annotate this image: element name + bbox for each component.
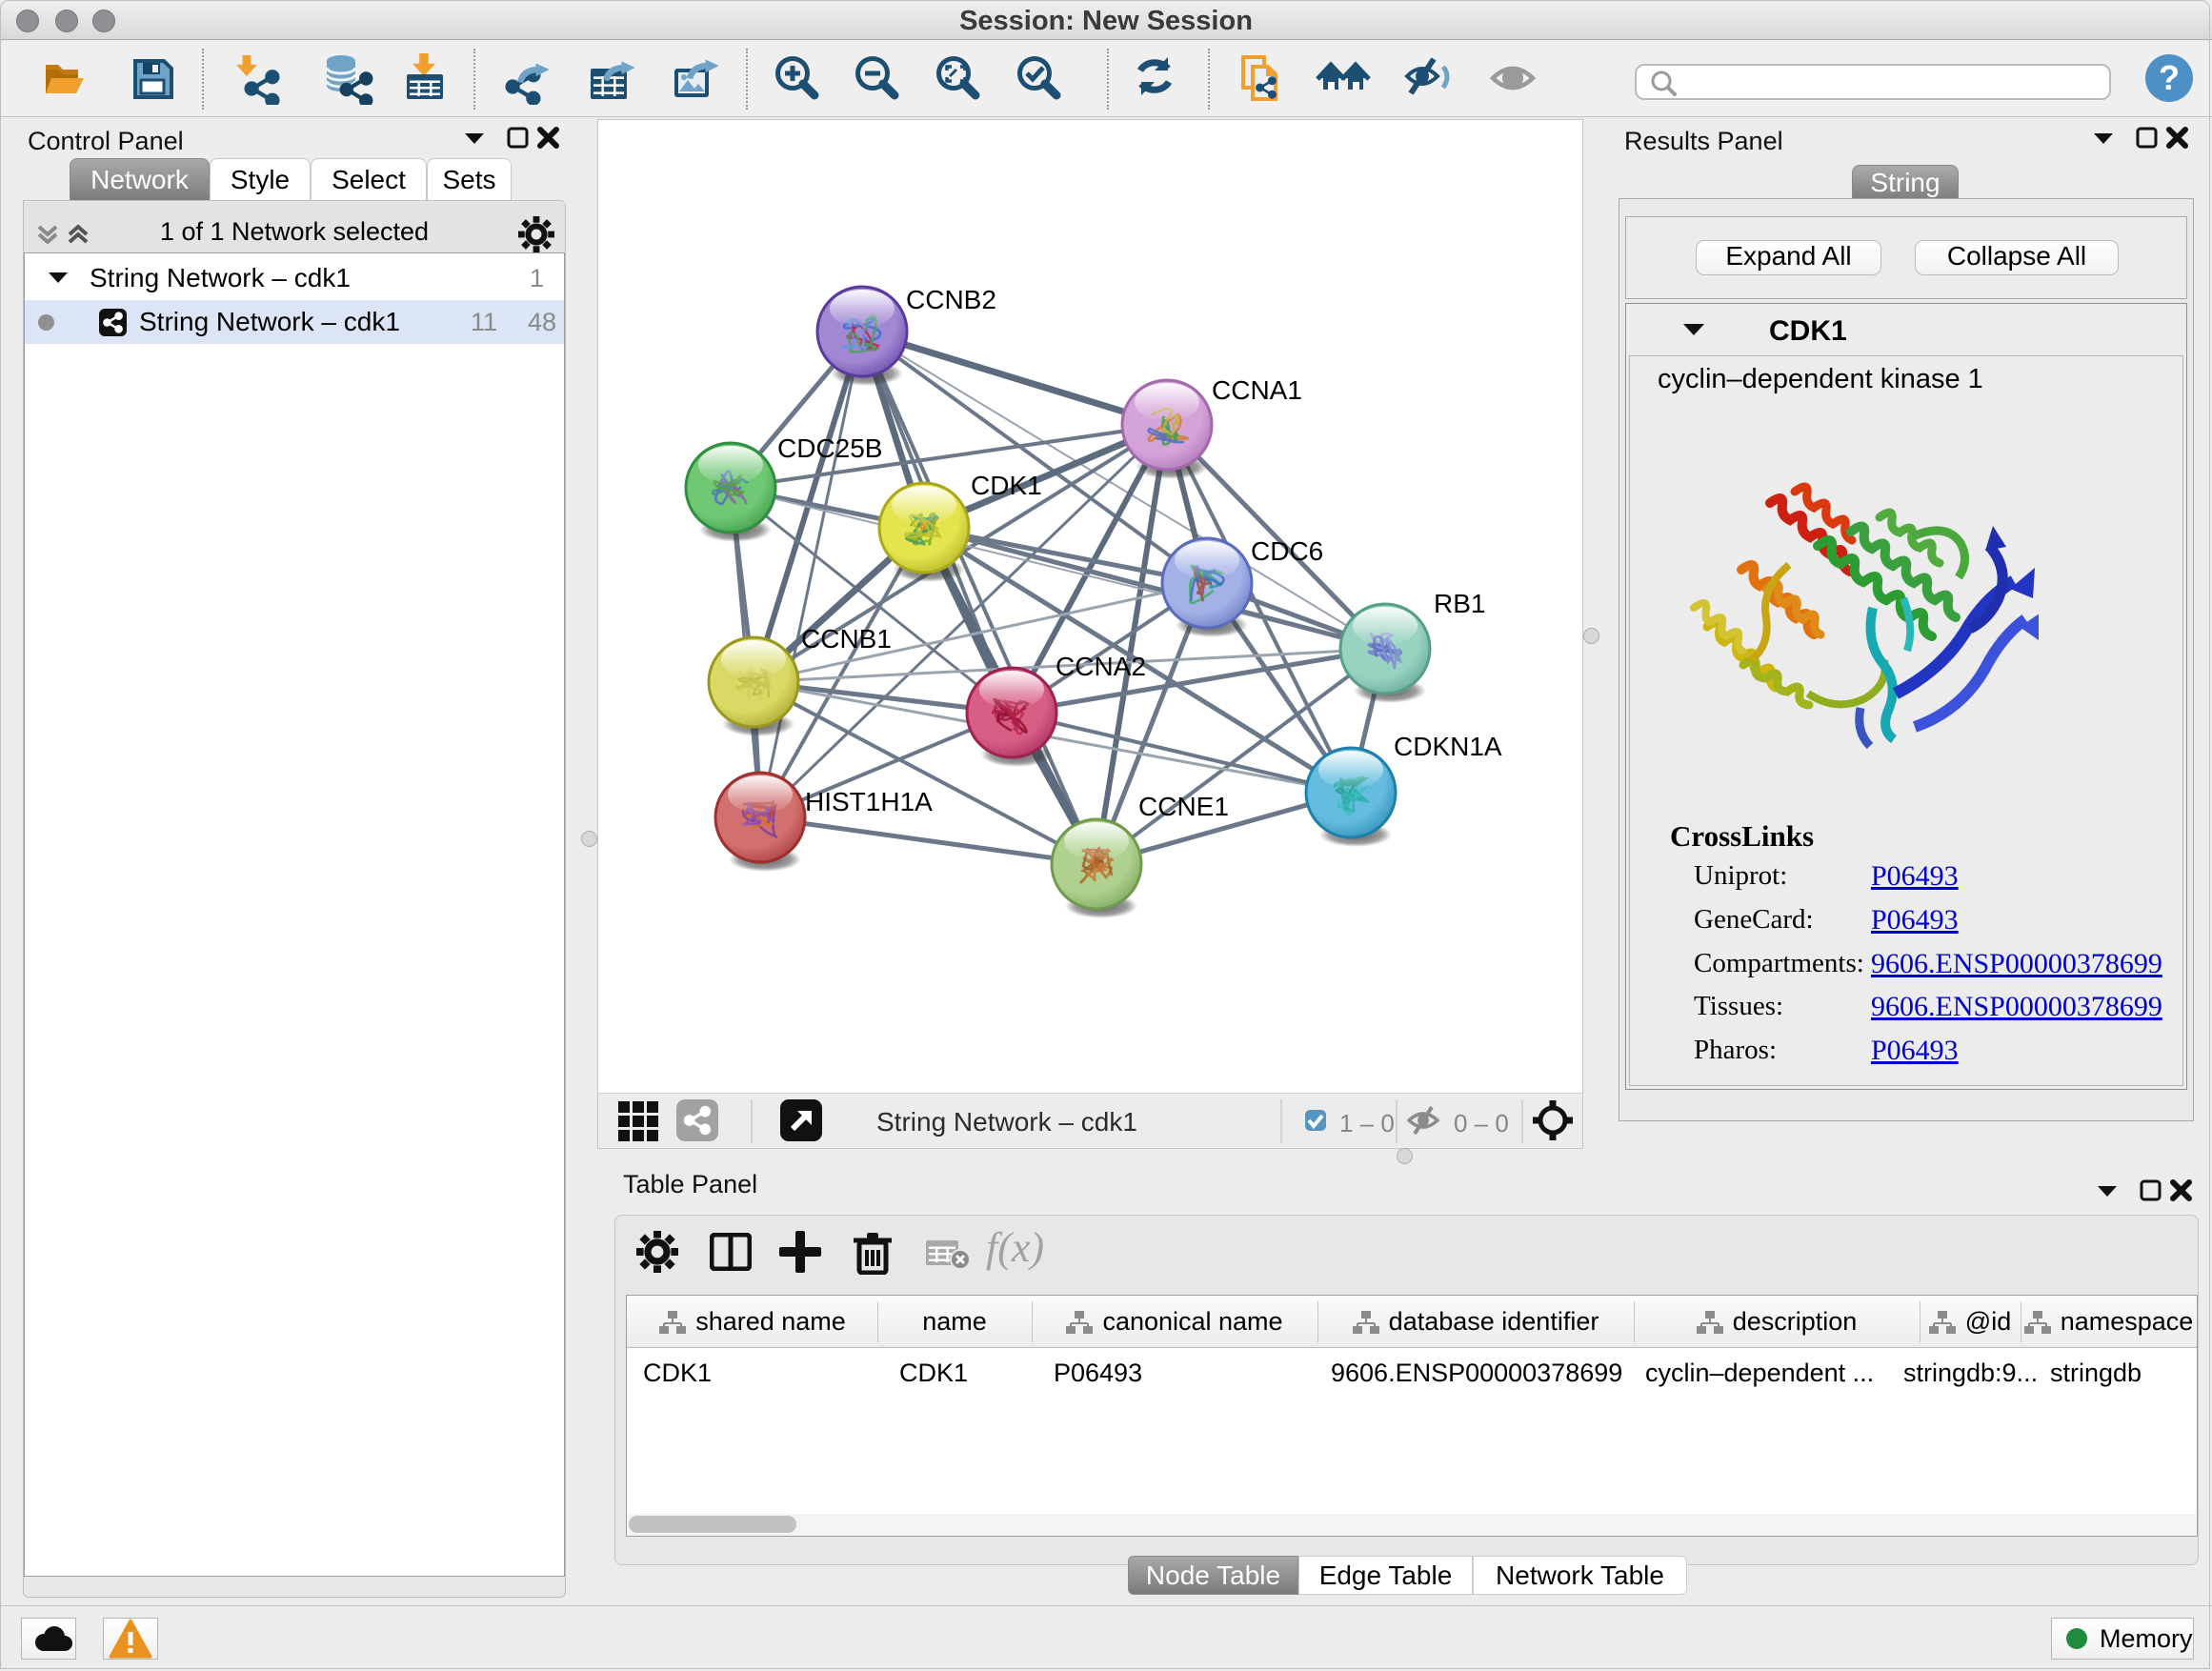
svg-text:CCNA2: CCNA2	[1056, 652, 1146, 681]
svg-text:CCNB2: CCNB2	[906, 285, 996, 314]
svg-text:CCNB1: CCNB1	[801, 624, 892, 654]
svg-text:CDC6: CDC6	[1251, 536, 1323, 566]
svg-text:CDC25B: CDC25B	[777, 433, 882, 463]
svg-text:CCNE1: CCNE1	[1138, 792, 1229, 821]
svg-text:CDKN1A: CDKN1A	[1394, 732, 1502, 761]
svg-text:CCNA1: CCNA1	[1212, 375, 1302, 405]
svg-text:?: ?	[2159, 58, 2180, 97]
svg-text:CDK1: CDK1	[971, 471, 1042, 500]
svg-text:HIST1H1A: HIST1H1A	[805, 787, 933, 816]
svg-text:RB1: RB1	[1434, 589, 1485, 618]
